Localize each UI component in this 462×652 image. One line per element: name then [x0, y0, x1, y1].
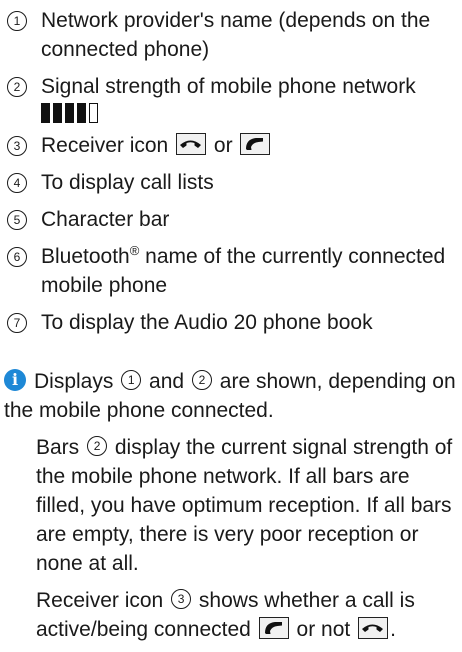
callout-number: 2 — [7, 77, 27, 97]
legend-text: Character bar — [41, 208, 170, 231]
callout-number: 4 — [7, 173, 27, 193]
receiver-up-icon — [258, 617, 289, 640]
legend-text: To display the Audio 20 phone book — [41, 311, 373, 334]
legend-item-7: 7 To display the Audio 20 phone book — [5, 308, 460, 337]
legend-text: or — [213, 134, 233, 157]
registered-mark: ® — [129, 243, 140, 258]
callout-number: 3 — [7, 136, 27, 156]
callout-number: 7 — [7, 313, 27, 333]
note-paragraph: i Displays 1 and 2 are shown, depending o… — [4, 367, 460, 425]
callout-number: 3 — [171, 589, 192, 610]
callout-number: 2 — [191, 370, 212, 391]
legend-text: Receiver icon — [41, 134, 169, 157]
note-text: display the current signal strength of t… — [36, 436, 453, 575]
legend-item-3: 3 Receiver icon or — [5, 131, 460, 160]
signal-bar-empty — [89, 103, 98, 123]
info-icon: i — [4, 369, 26, 392]
legend-text: Bluetooth — [41, 245, 130, 268]
receiver-down-icon — [358, 617, 389, 640]
note-paragraph: Receiver icon 3 shows whether a call is … — [4, 586, 460, 644]
legend-text: To display call lists — [41, 171, 214, 194]
legend-item-1: 1 Network provider's name (depends on th… — [5, 6, 460, 64]
legend-item-2: 2 Signal strength of mobile phone networ… — [5, 72, 460, 123]
legend-item-4: 4 To display call lists — [5, 168, 460, 197]
note-text: Bars — [36, 436, 80, 459]
note-text: Receiver icon — [36, 589, 164, 612]
legend-list: 1 Network provider's name (depends on th… — [5, 6, 460, 345]
note-text: and — [149, 370, 185, 393]
callout-number: 5 — [7, 210, 27, 230]
signal-strength-bars — [41, 103, 460, 123]
note-text: or not — [296, 618, 351, 641]
callout-number: 2 — [87, 436, 108, 457]
legend-item-6: 6 Bluetooth® name of the currently conne… — [5, 242, 460, 300]
note-paragraph: Bars 2 display the current signal streng… — [4, 433, 460, 578]
note-text: Displays — [34, 370, 114, 393]
receiver-up-icon — [240, 133, 271, 156]
signal-bar-filled — [65, 103, 74, 123]
legend-text: Signal strength of mobile phone network — [41, 75, 416, 98]
callout-number: 1 — [7, 11, 27, 31]
receiver-down-icon — [176, 133, 207, 156]
info-note: i Displays 1 and 2 are shown, depending o… — [4, 367, 460, 652]
note-text: . — [390, 618, 396, 641]
legend-item-5: 5 Character bar — [5, 205, 460, 234]
signal-bar-filled — [53, 103, 62, 123]
callout-number: 6 — [7, 247, 27, 267]
signal-bar-filled — [77, 103, 86, 123]
legend-text: Network provider's name (depends on the … — [41, 9, 431, 61]
signal-bar-filled — [41, 103, 50, 123]
callout-number: 1 — [121, 370, 142, 391]
